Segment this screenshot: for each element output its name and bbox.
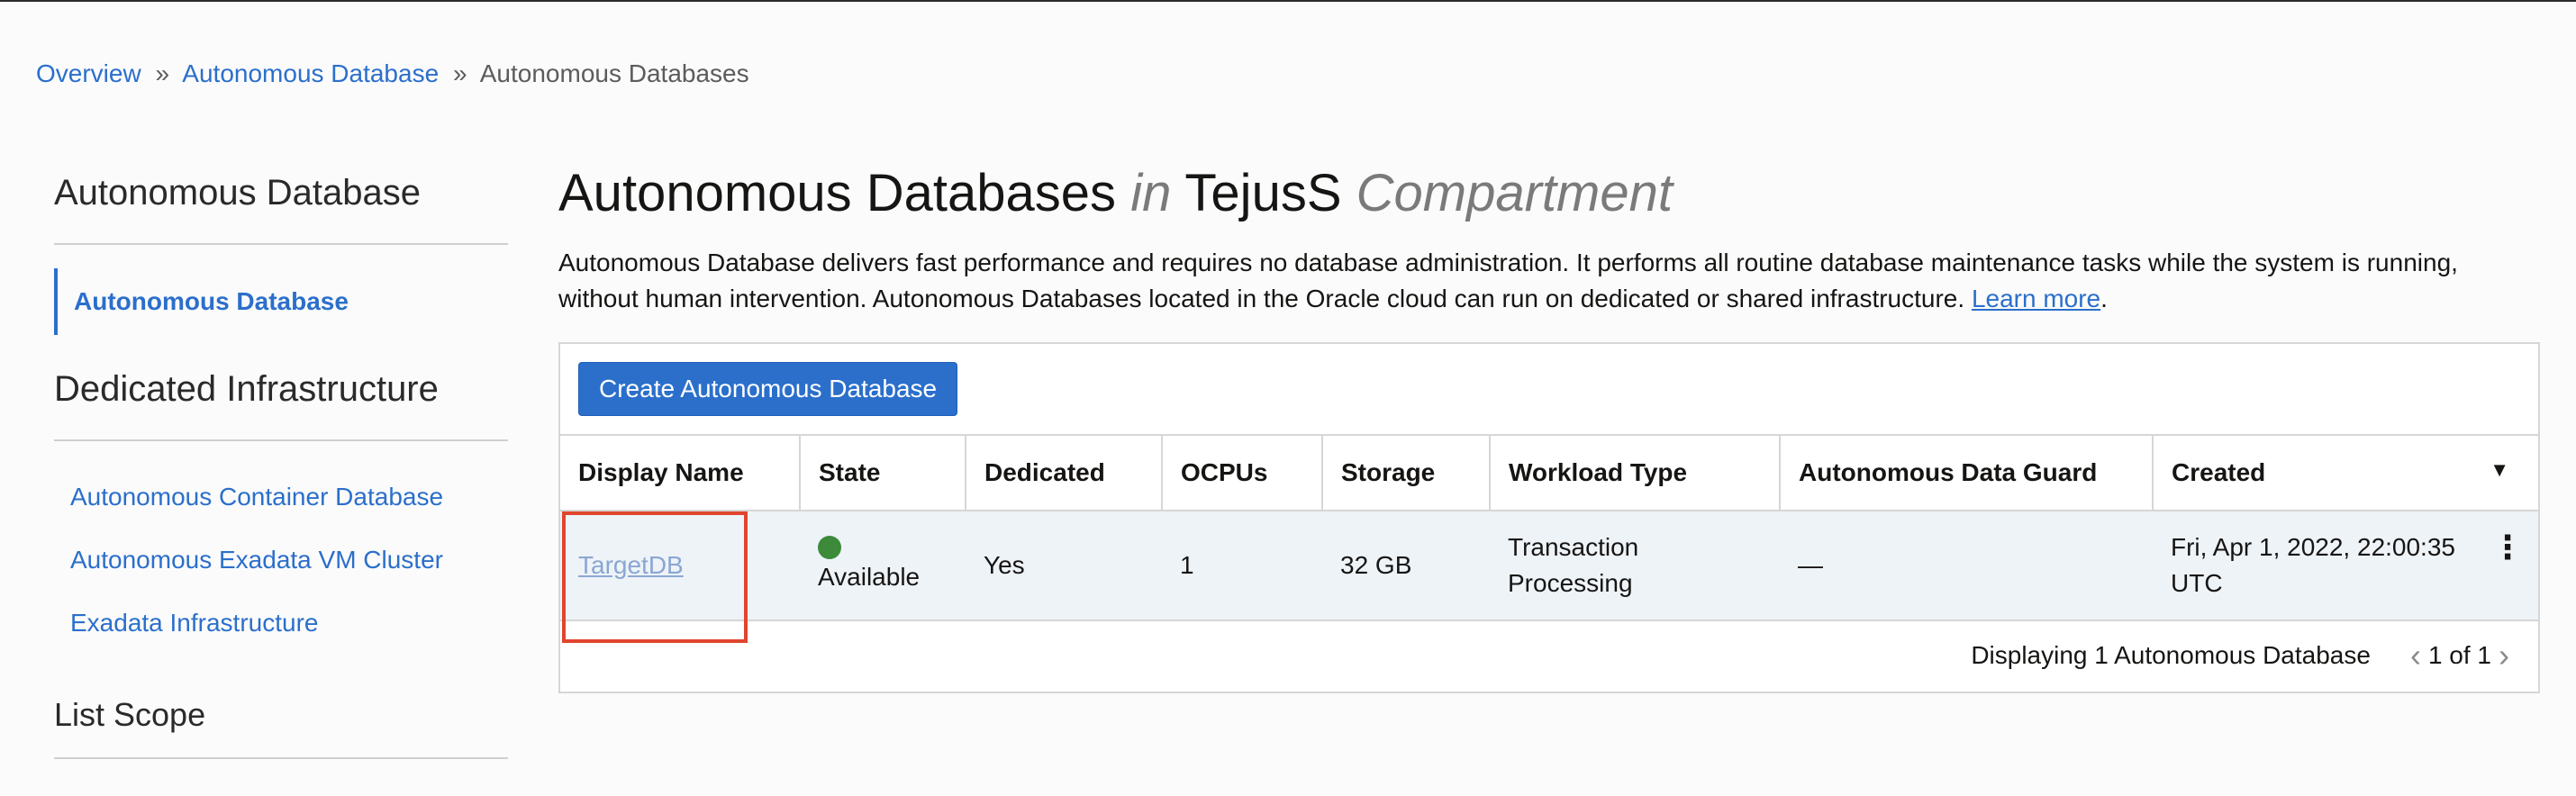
page-title: Autonomous Databases in TejusS Compartme…: [558, 162, 2540, 225]
sidebar-divider: [54, 243, 508, 245]
sidebar-heading-list-scope: List Scope: [54, 696, 206, 733]
page-title-in: in: [1130, 164, 1172, 222]
column-header-state[interactable]: State: [800, 434, 966, 511]
compartment-name: TejusS: [1184, 164, 1342, 222]
status-available-icon: [818, 536, 841, 559]
row-actions-kebab-icon[interactable]: ⋮: [2491, 529, 2524, 565]
column-header-workload-type[interactable]: Workload Type: [1490, 434, 1781, 511]
cell-dedicated: Yes: [966, 511, 1162, 621]
table-row: TargetDB Available Yes 1 32 GB Transacti…: [560, 511, 2538, 621]
breadcrumb-separator: »: [155, 59, 170, 87]
description-period: .: [2100, 284, 2108, 312]
sort-descending-icon[interactable]: ▼: [2490, 458, 2509, 482]
top-border: [0, 0, 2576, 2]
state-text: Available: [818, 563, 921, 591]
page-description: Autonomous Database delivers fast perfor…: [558, 245, 2540, 317]
cell-created: ⋮ Fri, Apr 1, 2022, 22:00:35 UTC: [2153, 511, 2538, 621]
page-title-compartment-word: Compartment: [1356, 164, 1673, 222]
cell-display-name: TargetDB: [560, 511, 800, 621]
cell-ocpus: 1: [1162, 511, 1322, 621]
sidebar-heading-dedicated-infrastructure: Dedicated Infrastructure: [54, 369, 439, 409]
created-text: Fri, Apr 1, 2022, 22:00:35 UTC: [2171, 533, 2455, 597]
page-title-text: Autonomous Databases: [558, 164, 1117, 222]
column-header-display-name[interactable]: Display Name: [560, 434, 801, 511]
sidebar-item-exadata-infrastructure[interactable]: Exadata Infrastructure: [54, 609, 508, 638]
sidebar: Autonomous Database Autonomous Database …: [54, 171, 508, 760]
description-text: Autonomous Database delivers fast perfor…: [558, 248, 2458, 312]
sidebar-item-autonomous-database[interactable]: Autonomous Database: [54, 268, 508, 335]
column-header-created-label: Created: [2172, 458, 2266, 486]
sidebar-divider: [54, 757, 508, 760]
sidebar-item-autonomous-exadata-vm-cluster[interactable]: Autonomous Exadata VM Cluster: [54, 546, 508, 574]
cell-state: Available: [800, 511, 966, 621]
breadcrumb-autonomous-database[interactable]: Autonomous Database: [182, 59, 439, 87]
cell-storage: 32 GB: [1322, 511, 1490, 621]
table-header-row: Display Name State Dedicated OCPUs Stora…: [560, 434, 2538, 511]
database-link-targetdb[interactable]: TargetDB: [578, 551, 684, 579]
breadcrumb-overview[interactable]: Overview: [36, 59, 141, 87]
page-indicator: 1 of 1: [2427, 641, 2491, 669]
column-header-dedicated[interactable]: Dedicated: [966, 434, 1163, 511]
main-content: Autonomous Databases in TejusS Compartme…: [558, 162, 2540, 693]
databases-list-panel: Create Autonomous Database Display Name …: [558, 342, 2540, 693]
column-header-storage[interactable]: Storage: [1322, 434, 1491, 511]
create-autonomous-database-button[interactable]: Create Autonomous Database: [578, 362, 958, 416]
column-header-data-guard[interactable]: Autonomous Data Guard: [1780, 434, 2154, 511]
previous-page-icon[interactable]: ‹: [2403, 639, 2428, 672]
sidebar-item-autonomous-container-database[interactable]: Autonomous Container Database: [54, 483, 508, 511]
cell-data-guard: —: [1780, 511, 2153, 621]
learn-more-link[interactable]: Learn more: [1972, 285, 2100, 312]
breadcrumb-separator: »: [452, 59, 467, 87]
column-header-ocpus[interactable]: OCPUs: [1162, 434, 1323, 511]
databases-table: Display Name State Dedicated OCPUs Stora…: [560, 434, 2538, 621]
displaying-count: Displaying 1 Autonomous Database: [1971, 641, 2371, 669]
breadcrumb: Overview » Autonomous Database » Autonom…: [36, 59, 749, 88]
column-header-created[interactable]: Created ▼: [2153, 434, 2538, 511]
sidebar-divider: [54, 439, 508, 441]
table-footer: Displaying 1 Autonomous Database ‹ 1 of …: [1971, 639, 2517, 672]
pagination: ‹ 1 of 1 ›: [2403, 639, 2517, 672]
next-page-icon[interactable]: ›: [2491, 639, 2517, 672]
sidebar-heading-autonomous-database: Autonomous Database: [54, 173, 421, 213]
cell-workload-type: Transaction Processing: [1490, 511, 1780, 621]
breadcrumb-current: Autonomous Databases: [479, 59, 749, 87]
